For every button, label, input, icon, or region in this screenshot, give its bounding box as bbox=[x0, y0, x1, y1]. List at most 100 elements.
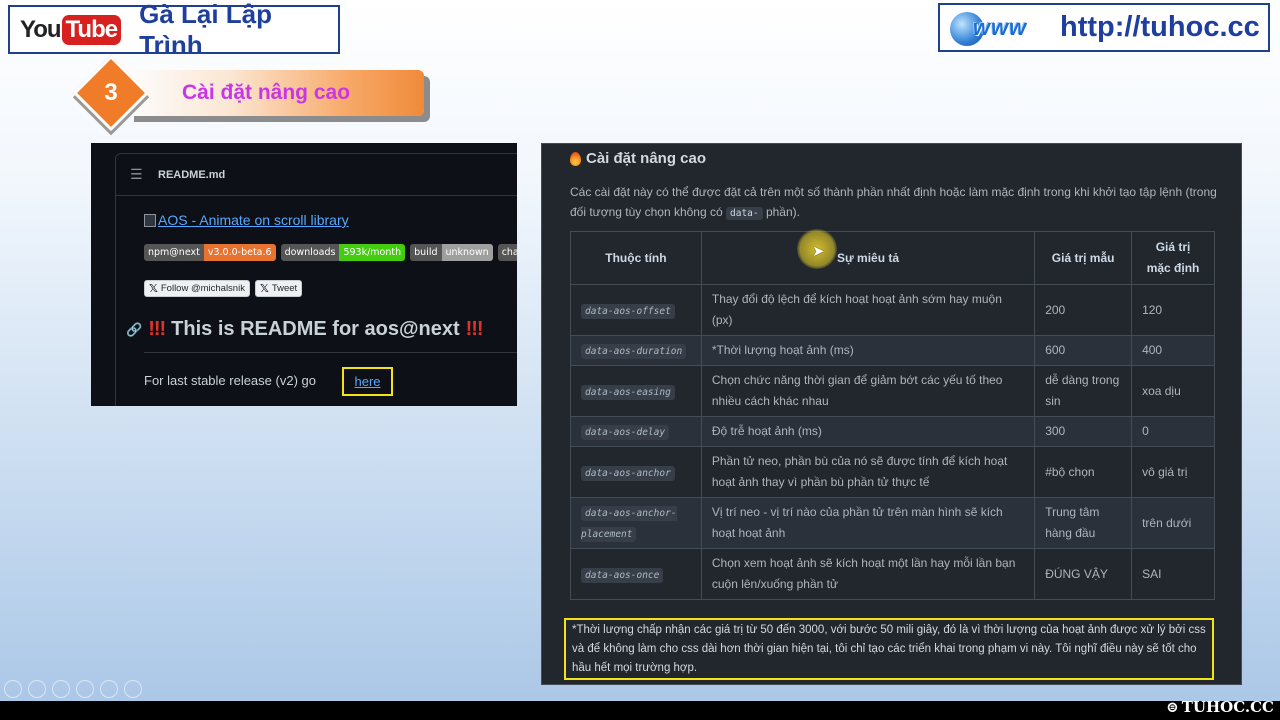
badge-value: v3.0.0-beta.6 bbox=[203, 244, 276, 261]
channel-banner: You Tube Gà Lại Lập Trình bbox=[8, 0, 340, 60]
x-logo-icon: 𝕏 bbox=[259, 283, 269, 295]
more-icon[interactable] bbox=[124, 680, 142, 698]
badge-build[interactable]: build unknown bbox=[410, 244, 493, 261]
col-header-example: Giá trị mẫu bbox=[1034, 231, 1133, 285]
attr-code: data-aos-once bbox=[581, 567, 664, 583]
example-cell: #bộ chọn bbox=[1034, 446, 1133, 498]
aos-image-link[interactable]: AOS - Animate on scroll library bbox=[144, 212, 349, 228]
channel-name: Gà Lại Lập Trình bbox=[139, 0, 273, 60]
badge-key: build bbox=[410, 244, 442, 261]
step-title: Cài đặt nâng cao bbox=[182, 81, 351, 104]
attr-cell: data-aos-anchor-placement bbox=[570, 497, 702, 549]
mouse-pointer-icon: ➤ bbox=[812, 243, 825, 260]
copy-icon[interactable] bbox=[76, 680, 94, 698]
table-row: data-aos-once Chọn xem hoạt ảnh sẽ kích … bbox=[570, 548, 1215, 600]
watermark-text: TUHOC.CC bbox=[1181, 698, 1274, 716]
www-text: www bbox=[972, 14, 1028, 40]
badge-key: cha bbox=[497, 244, 517, 261]
readme-heading-text: This is README for aos@next bbox=[171, 318, 460, 340]
badge-value: 593k/month bbox=[339, 244, 406, 261]
table-row: data-aos-duration *Thời lượng hoạt ảnh (… bbox=[570, 335, 1215, 366]
desc-cell: Độ trễ hoạt ảnh (ms) bbox=[700, 416, 1036, 447]
readme-paragraph: For last stable release (v2) go bbox=[144, 373, 316, 388]
youtube-logo-tube: Tube bbox=[61, 14, 122, 45]
youtube-logo-you: You bbox=[20, 15, 62, 43]
rewind-icon[interactable] bbox=[4, 680, 22, 698]
attr-cell: data-aos-offset bbox=[570, 284, 702, 336]
duration-note: *Thời lượng chấp nhận các giá trị từ 50 … bbox=[564, 618, 1214, 680]
desc-cell: *Thời lượng hoạt ảnh (ms) bbox=[700, 335, 1036, 366]
default-cell: 0 bbox=[1131, 416, 1215, 447]
col-header-default: Giá trị mặc định bbox=[1131, 231, 1215, 285]
bottom-bar bbox=[0, 701, 1280, 720]
desc-cell: Chọn xem hoạt ảnh sẽ kích hoạt một lần h… bbox=[700, 548, 1036, 600]
attr-cell: data-aos-anchor bbox=[570, 446, 702, 498]
badge-value: unknown bbox=[441, 244, 493, 261]
outline-list-icon[interactable]: ☰ bbox=[130, 166, 144, 183]
watermark-logo-icon: ⊜ bbox=[1166, 698, 1179, 716]
desc-cell: Vị trí neo - vị trí nào của phần tử trên… bbox=[700, 497, 1036, 549]
col-header-attribute: Thuộc tính bbox=[570, 231, 702, 285]
settings-table: Thuộc tính Sự miêu tả Giá trị mẫu Giá tr… bbox=[570, 231, 1215, 600]
desc-text-after: phần). bbox=[762, 205, 800, 219]
fullscreen-icon[interactable] bbox=[52, 680, 70, 698]
attr-cell: data-aos-easing bbox=[570, 365, 702, 417]
desc-cell: Phần tử neo, phần bù của nó sẽ được tính… bbox=[700, 446, 1036, 498]
readme-screenshot: ☰ README.md AOS - Animate on scroll libr… bbox=[91, 143, 517, 406]
tweet-label: Tweet bbox=[271, 283, 298, 294]
heading-divider bbox=[144, 352, 517, 353]
badge-cut-off[interactable]: cha bbox=[497, 244, 517, 261]
default-cell: SAI bbox=[1131, 548, 1215, 600]
readme-file-name: README.md bbox=[158, 168, 226, 181]
col-header-description: Sự miêu tả bbox=[700, 231, 1036, 285]
attr-code: data-aos-delay bbox=[581, 425, 670, 440]
follow-button[interactable]: 𝕏 Follow @michalsnik bbox=[144, 280, 250, 297]
readme-header: ☰ README.md bbox=[116, 154, 517, 196]
badge-key: downloads bbox=[280, 244, 340, 261]
step-title-bar: Cài đặt nâng cao bbox=[128, 70, 424, 116]
link-anchor-icon[interactable]: 🔗 bbox=[126, 322, 142, 338]
attr-cell: data-aos-duration bbox=[570, 335, 702, 366]
aos-link-text: AOS - Animate on scroll library bbox=[158, 212, 349, 228]
here-link[interactable]: here bbox=[342, 367, 393, 396]
table-row: data-aos-easing Chọn chức năng thời gian… bbox=[570, 365, 1215, 417]
readme-card: ☰ README.md AOS - Animate on scroll libr… bbox=[115, 153, 517, 406]
example-cell: ĐÚNG VẬY bbox=[1034, 548, 1133, 600]
tweet-button[interactable]: 𝕏 Tweet bbox=[254, 280, 303, 297]
default-cell: vô giá trị bbox=[1131, 446, 1215, 498]
exclamation-icon: !!! bbox=[148, 318, 166, 340]
readme-heading: 🔗 !!! This is README for aos@next !!! bbox=[126, 318, 484, 341]
badge-downloads[interactable]: downloads 593k/month bbox=[280, 244, 406, 261]
example-cell: 300 bbox=[1034, 416, 1133, 447]
fire-icon bbox=[570, 151, 581, 166]
example-cell: 600 bbox=[1034, 335, 1133, 366]
table-header-row: Thuộc tính Sự miêu tả Giá trị mẫu Giá tr… bbox=[570, 231, 1215, 285]
default-cell: xoa dịu bbox=[1131, 365, 1215, 417]
broken-image-icon bbox=[144, 213, 156, 227]
watermark: ⊜ TUHOC.CC bbox=[1166, 698, 1274, 716]
example-cell: Trung tâm hàng đầu bbox=[1034, 497, 1133, 549]
attr-cell: data-aos-once bbox=[570, 548, 702, 600]
default-cell: trên dưới bbox=[1131, 497, 1215, 549]
badge-npm[interactable]: npm@next v3.0.0-beta.6 bbox=[144, 244, 276, 261]
attr-code: data-aos-anchor bbox=[581, 465, 675, 481]
youtube-logo: You Tube bbox=[20, 14, 122, 45]
desc-inline-code: data- bbox=[726, 207, 763, 220]
desc-text-before: Các cài đặt này có thể được đặt cả trên … bbox=[570, 185, 1217, 219]
player-controls bbox=[4, 680, 142, 698]
zoom-icon[interactable] bbox=[100, 680, 118, 698]
attr-cell: data-aos-delay bbox=[570, 416, 702, 447]
settings-heading-text: Cài đặt nâng cao bbox=[586, 150, 707, 167]
settings-description: Các cài đặt này có thể được đặt cả trên … bbox=[570, 182, 1220, 224]
default-cell: 120 bbox=[1131, 284, 1215, 336]
settings-screenshot: Cài đặt nâng cao Các cài đặt này có thể … bbox=[541, 143, 1242, 685]
desc-cell: Chọn chức năng thời gian để giảm bớt các… bbox=[700, 365, 1036, 417]
badge-key: npm@next bbox=[144, 244, 204, 261]
www-globe-logo: www bbox=[944, 8, 1056, 48]
table-row: data-aos-anchor Phần tử neo, phần bù của… bbox=[570, 446, 1215, 498]
table-row: data-aos-offset Thay đổi độ lệch để kích… bbox=[570, 284, 1215, 336]
table-row: data-aos-anchor-placement Vị trí neo - v… bbox=[570, 497, 1215, 549]
site-url: http://tuhoc.cc bbox=[1060, 11, 1260, 43]
play-icon[interactable] bbox=[28, 680, 46, 698]
settings-heading: Cài đặt nâng cao bbox=[570, 150, 706, 167]
